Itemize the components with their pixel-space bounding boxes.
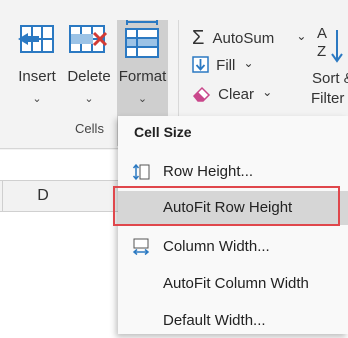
menu-item-autofit-column-width[interactable]: AutoFit Column Width — [118, 267, 348, 301]
delete-cells-icon — [69, 25, 108, 53]
svg-text:Z: Z — [317, 43, 326, 60]
column-header-d[interactable]: D — [0, 180, 118, 212]
format-cells-icon — [125, 20, 159, 58]
fill-label: Fill — [216, 57, 236, 74]
fill-button[interactable]: Fill ⌄ — [192, 56, 254, 74]
menu-item-label: Row Height... — [163, 163, 254, 180]
menu-item-label: Default Width... — [163, 312, 266, 329]
sigma-icon: Σ — [192, 27, 205, 49]
autosum-label: AutoSum — [212, 30, 275, 47]
delete-chevron-icon: ⌄ — [84, 93, 94, 105]
clear-dropdown-icon: ⌄ — [262, 85, 273, 99]
cells-group-label: Cells — [75, 121, 104, 136]
highlight-annotation — [113, 186, 340, 226]
autosum-dropdown-icon: ⌄ — [296, 29, 307, 43]
format-button[interactable]: Format ⌄ — [117, 18, 168, 108]
svg-text:A: A — [317, 25, 327, 42]
autosum-button[interactable]: Σ AutoSum ⌄ — [192, 26, 306, 49]
sort-filter-button[interactable]: A Z Sort & Filter — [311, 22, 348, 112]
insert-label: Insert — [18, 68, 56, 85]
row-height-icon — [132, 163, 150, 181]
cell-size-header: Cell Size — [134, 124, 192, 140]
sort-filter-label-2: Filter — [311, 90, 345, 107]
clear-label: Clear — [218, 86, 255, 103]
sort-filter-label-1: Sort & — [312, 70, 348, 87]
format-label: Format — [118, 68, 167, 85]
fill-dropdown-icon: ⌄ — [243, 56, 254, 70]
format-chevron-icon: ⌄ — [137, 93, 148, 105]
menu-item-column-width[interactable]: Column Width... — [118, 230, 348, 264]
sort-az-icon: A Z — [317, 25, 343, 63]
menu-item-default-width[interactable]: Default Width... — [118, 304, 348, 338]
clear-button[interactable]: Clear ⌄ — [192, 85, 272, 103]
delete-button[interactable]: Delete ⌄ — [64, 18, 114, 108]
menu-item-label: Column Width... — [163, 238, 270, 255]
column-width-icon — [132, 238, 150, 256]
insert-chevron-icon: ⌄ — [32, 93, 42, 105]
menu-item-row-height[interactable]: Row Height... — [118, 155, 348, 189]
fill-down-icon — [192, 56, 209, 73]
delete-label: Delete — [67, 68, 111, 85]
insert-cells-icon — [18, 25, 54, 53]
menu-item-label: AutoFit Column Width — [163, 275, 309, 292]
insert-button[interactable]: Insert ⌄ — [12, 18, 62, 108]
column-letter: D — [37, 187, 49, 204]
column-separator — [2, 181, 3, 211]
eraser-icon — [192, 86, 211, 102]
